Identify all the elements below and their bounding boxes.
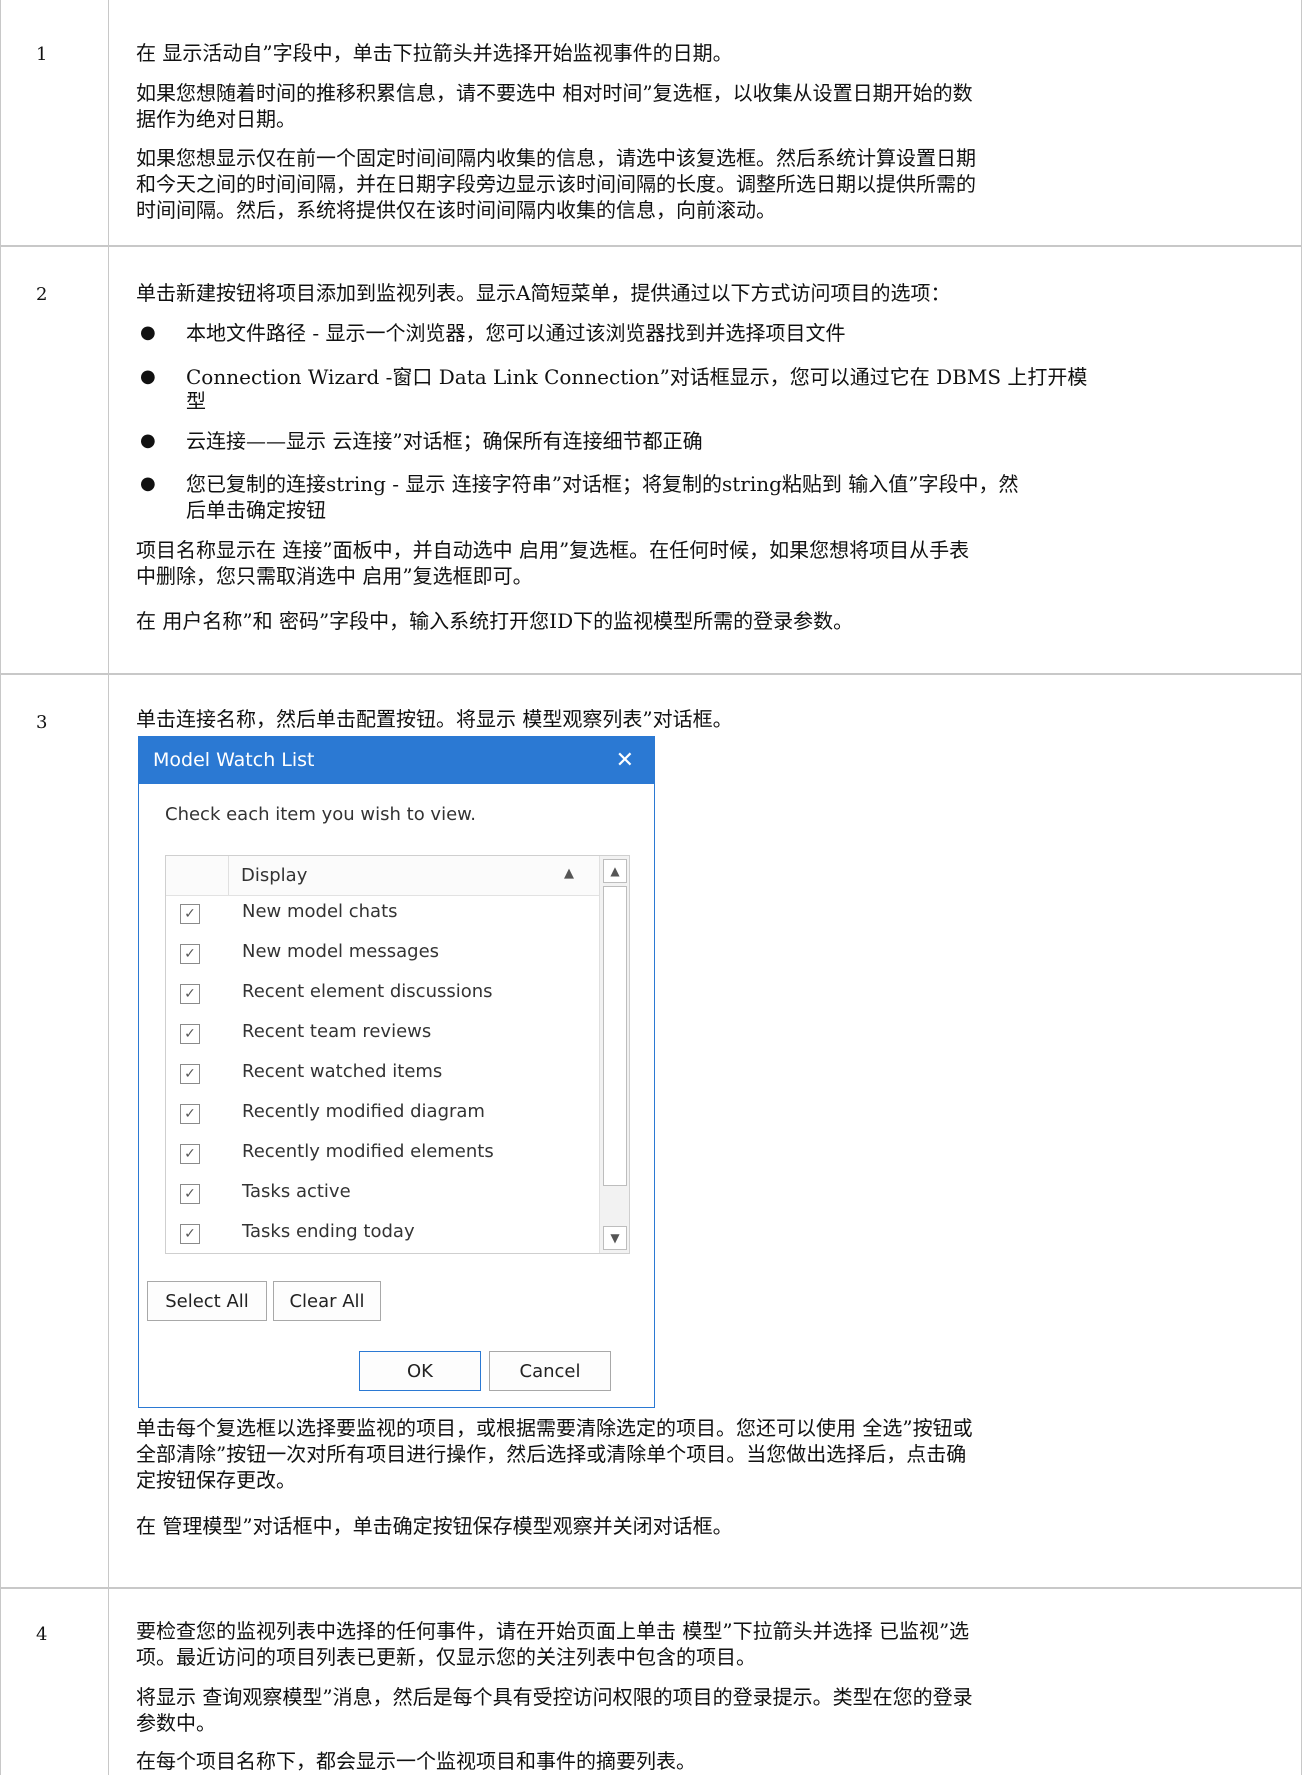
table-border-left <box>0 0 1 1775</box>
checkbox[interactable]: ✓ <box>180 1024 200 1044</box>
checkbox[interactable]: ✓ <box>180 984 200 1004</box>
bullet-dot: ● <box>140 322 156 343</box>
list-item-label: New model messages <box>242 941 440 962</box>
scroll-up-icon[interactable]: ▲ <box>603 859 627 883</box>
list-item[interactable]: ✓ Recent element discussions <box>166 975 599 1015</box>
dialog-title-bar: Model Watch List ✕ <box>139 737 654 784</box>
list-item-label: Recent element discussions <box>242 981 493 1002</box>
step-text: 定按钮保存更改。 <box>136 1468 296 1492</box>
select-all-button[interactable]: Select All <box>147 1281 267 1321</box>
step-number: 3 <box>36 712 48 733</box>
step-text: 项。最近访问的项目列表已更新，仅显示您的关注列表中包含的项目。 <box>136 1645 756 1669</box>
list-item[interactable]: ✓ Recent watched items <box>166 1055 599 1095</box>
bullet-text: Connection Wizard -窗口 Data Link Connecti… <box>186 365 1088 389</box>
row-divider <box>0 1587 1302 1589</box>
table-column-divider <box>108 0 109 1775</box>
list-item-label: Recent watched items <box>242 1061 443 1082</box>
row-divider <box>0 673 1302 675</box>
checkbox[interactable]: ✓ <box>180 1104 200 1124</box>
header-divider <box>228 856 229 895</box>
checkbox[interactable]: ✓ <box>180 1224 200 1244</box>
clear-all-button[interactable]: Clear All <box>273 1281 381 1321</box>
bullet-dot: ● <box>140 430 156 451</box>
checkbox[interactable]: ✓ <box>180 904 200 924</box>
checkbox[interactable]: ✓ <box>180 1184 200 1204</box>
step-text: 全部清除”按钮一次对所有项目进行操作，然后选择或清除单个项目。当您做出选择后，点… <box>136 1442 967 1466</box>
bullet-text: 云连接——显示 云连接”对话框；确保所有连接细节都正确 <box>186 429 703 453</box>
step-text: 在 显示活动自”字段中，单击下拉箭头并选择开始监视事件的日期。 <box>136 41 733 65</box>
step-text: 据作为绝对日期。 <box>136 107 296 131</box>
list-item-label: Recently modified elements <box>242 1141 494 1162</box>
step-text: 在 用户名称”和 密码”字段中，输入系统打开您ID下的监视模型所需的登录参数。 <box>136 609 854 633</box>
dialog-title: Model Watch List <box>153 749 315 771</box>
scrollbar-thumb[interactable] <box>603 886 627 1186</box>
dialog-prompt: Check each item you wish to view. <box>165 804 476 825</box>
list-item[interactable]: ✓ Recently modified diagram <box>166 1095 599 1135</box>
instruction-table: 1 在 显示活动自”字段中，单击下拉箭头并选择开始监视事件的日期。 如果您想随着… <box>0 0 1302 1775</box>
step-text: 单击每个复选框以选择要监视的项目，或根据需要清除选定的项目。您还可以使用 全选”… <box>136 1416 973 1440</box>
step-text: 单击连接名称，然后单击配置按钮。将显示 模型观察列表”对话框。 <box>136 707 733 731</box>
step-text: 在 管理模型”对话框中，单击确定按钮保存模型观察并关闭对话框。 <box>136 1514 733 1538</box>
step-text: 将显示 查询观察模型”消息，然后是每个具有受控访问权限的项目的登录提示。类型在您… <box>136 1685 973 1709</box>
step-text: 要检查您的监视列表中选择的任何事件，请在开始页面上单击 模型”下拉箭头并选择 已… <box>136 1619 970 1643</box>
list-header: Display ▲ <box>166 856 599 896</box>
bullet-text: 后单击确定按钮 <box>186 498 326 522</box>
list-item[interactable]: ✓ Recently modified elements <box>166 1135 599 1175</box>
list-item-label: New model chats <box>242 901 398 922</box>
bullet-text: 您已复制的连接string - 显示 连接字符串”对话框；将复制的string粘… <box>186 472 1019 496</box>
list-item-label: Recently modified diagram <box>242 1101 485 1122</box>
list-item-label: Tasks active <box>242 1181 351 1202</box>
bullet-text: 本地文件路径 - 显示一个浏览器，您可以通过该浏览器找到并选择项目文件 <box>186 321 846 345</box>
row-divider <box>0 245 1302 247</box>
step-text: 中删除，您只需取消选中 启用”复选框即可。 <box>136 564 533 588</box>
step-text: 参数中。 <box>136 1711 216 1735</box>
checkbox[interactable]: ✓ <box>180 944 200 964</box>
close-icon[interactable]: ✕ <box>616 748 634 773</box>
list-item[interactable]: ✓ Tasks ending today <box>166 1215 599 1253</box>
step-text: 如果您想随着时间的推移积累信息，请不要选中 相对时间”复选框，以收集从设置日期开… <box>136 81 973 105</box>
list-item-label: Tasks ending today <box>242 1221 415 1242</box>
bullet-text: 型 <box>186 389 206 413</box>
scroll-down-icon[interactable]: ▼ <box>603 1226 627 1250</box>
list-item-label: Recent team reviews <box>242 1021 432 1042</box>
list-item[interactable]: ✓ New model messages <box>166 935 599 975</box>
column-header-display[interactable]: Display <box>241 865 307 886</box>
step-text: 单击新建按钮将项目添加到监视列表。显示A简短菜单，提供通过以下方式访问项目的选项… <box>136 281 951 305</box>
list-item[interactable]: ✓ New model chats <box>166 895 599 935</box>
ok-button[interactable]: OK <box>359 1351 481 1391</box>
step-text: 和今天之间的时间间隔，并在日期字段旁边显示该时间间隔的长度。调整所选日期以提供所… <box>136 172 976 196</box>
list-item[interactable]: ✓ Recent team reviews <box>166 1015 599 1055</box>
model-watch-list-dialog: Model Watch List ✕ Check each item you w… <box>138 736 655 1408</box>
step-text: 时间间隔。然后，系统将提供仅在该时间间隔内收集的信息，向前滚动。 <box>136 198 776 222</box>
step-number: 4 <box>36 1624 48 1645</box>
checkbox[interactable]: ✓ <box>180 1144 200 1164</box>
step-number: 2 <box>36 284 48 305</box>
step-text: 如果您想显示仅在前一个固定时间间隔内收集的信息，请选中该复选框。然后系统计算设置… <box>136 146 976 170</box>
list-item[interactable]: ✓ Tasks active <box>166 1175 599 1215</box>
vertical-scrollbar[interactable]: ▲ ▼ <box>599 856 629 1253</box>
cancel-button[interactable]: Cancel <box>489 1351 611 1391</box>
bullet-dot: ● <box>140 473 156 494</box>
sort-ascending-icon: ▲ <box>564 866 574 881</box>
step-text: 项目名称显示在 连接”面板中，并自动选中 启用”复选框。在任何时候，如果您想将项… <box>136 538 970 562</box>
step-text: 在每个项目名称下，都会显示一个监视项目和事件的摘要列表。 <box>136 1749 696 1773</box>
checkbox[interactable]: ✓ <box>180 1064 200 1084</box>
bullet-dot: ● <box>140 366 156 387</box>
watch-item-list: Display ▲ ✓ New model chats ✓ New model … <box>165 855 630 1254</box>
step-number: 1 <box>36 44 48 65</box>
